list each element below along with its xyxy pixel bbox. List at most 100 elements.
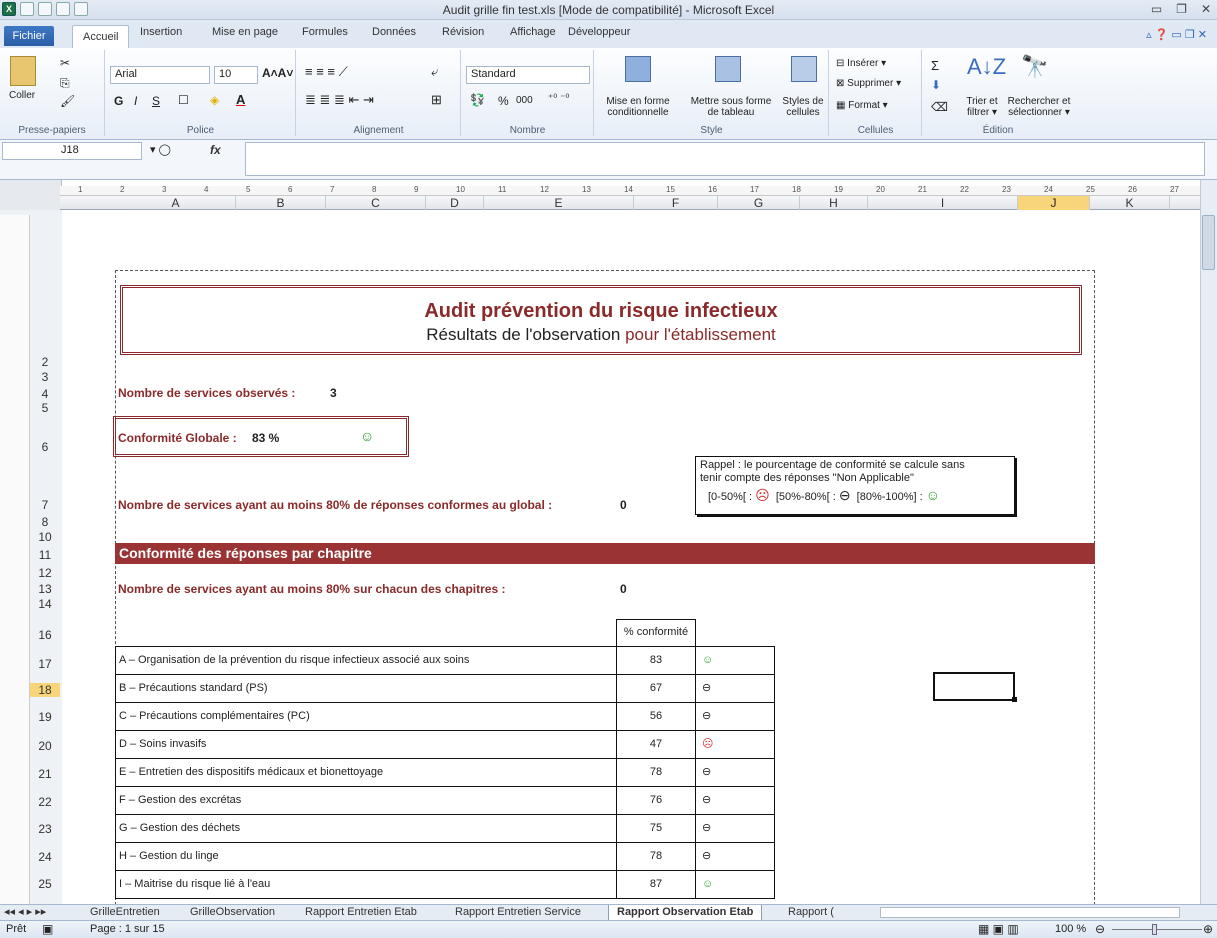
column-header-h[interactable]: H [800, 196, 868, 210]
bold-button[interactable]: G [114, 94, 123, 108]
tab-donnees[interactable]: Données [372, 26, 416, 38]
grow-font-icon[interactable]: A˄A˅ [262, 66, 293, 80]
cut-icon[interactable]: ✂ [60, 56, 70, 70]
sheet-tab[interactable]: GrilleEntretien [90, 905, 160, 921]
copy-icon[interactable]: ⎘ [60, 76, 70, 91]
sort-filter-icon[interactable]: A↓Z [967, 54, 1006, 80]
row-header-5[interactable]: 5 [30, 401, 60, 415]
column-header-j[interactable]: J [1018, 196, 1090, 210]
zoom-out-icon[interactable]: ⊖ [1095, 922, 1105, 936]
sheet-tab-active[interactable]: Rapport Observation Etab [608, 905, 763, 921]
row-header-22[interactable]: 22 [30, 795, 60, 809]
format-painter-icon[interactable]: 🖌 [60, 94, 75, 108]
namebox-dropdown-icon[interactable]: ▾ ◯ [150, 143, 171, 156]
find-icon[interactable]: 🔭 [1021, 54, 1048, 80]
view-buttons-icon[interactable]: ▦ ▣ ▥ [978, 922, 1019, 936]
format-button[interactable]: ▦ Format ▾ [836, 100, 888, 111]
restore-icon[interactable]: ❐ [1176, 2, 1187, 16]
conditional-format-button[interactable]: Mise en forme conditionnelle [595, 96, 681, 118]
row-header-12[interactable]: 12 [30, 566, 60, 580]
column-header-e[interactable]: E [484, 196, 634, 210]
minimize-icon[interactable]: ▭ [1151, 2, 1162, 16]
percent-button[interactable]: % [498, 94, 509, 108]
font-name-select[interactable]: Arial [110, 66, 210, 84]
row-header-10[interactable]: 10 [30, 530, 60, 544]
tab-insertion[interactable]: Insertion [140, 26, 182, 38]
conditional-format-icon[interactable] [625, 56, 651, 82]
clear-icon[interactable]: ⌫ [931, 100, 948, 114]
tab-accueil[interactable]: Accueil [72, 25, 130, 48]
fill-color-icon[interactable]: ◈ [210, 93, 219, 107]
row-header-18[interactable]: 18 [30, 683, 60, 697]
currency-icon[interactable]: 💱 [470, 93, 485, 107]
row-header-11[interactable]: 11 [30, 548, 60, 562]
tab-developpeur[interactable]: Développeur [568, 26, 630, 38]
column-header-i[interactable]: I [868, 196, 1018, 210]
thousands-button[interactable]: 000 [516, 95, 533, 106]
underline-button[interactable]: S [152, 94, 160, 108]
zoom-slider-thumb[interactable] [1152, 924, 1157, 935]
fill-icon[interactable]: ⬇ [931, 78, 941, 92]
formula-input[interactable] [245, 142, 1205, 176]
tab-revision[interactable]: Révision [442, 26, 484, 38]
find-select-button[interactable]: Rechercher et sélectionner ▾ [1005, 96, 1073, 118]
align-top-icon[interactable]: ≡ ≡ ≡ ⟋ [305, 64, 348, 80]
sheet-tab[interactable]: Rapport Entretien Service [455, 905, 581, 921]
font-color-icon[interactable]: A [236, 92, 245, 107]
table-format-icon[interactable] [715, 56, 741, 82]
row-header-3[interactable]: 3 [30, 370, 60, 384]
table-format-button[interactable]: Mettre sous forme de tableau [685, 96, 777, 118]
zoom-slider[interactable] [1112, 929, 1202, 930]
column-header-b[interactable]: B [236, 196, 326, 210]
cell-styles-button[interactable]: Styles de cellules [777, 96, 829, 118]
function-button[interactable]: fx [210, 143, 221, 157]
zoom-in-icon[interactable]: ⊕ [1203, 922, 1213, 936]
row-header-16[interactable]: 16 [30, 628, 60, 642]
column-header-a[interactable]: A [116, 196, 236, 210]
row-header-7[interactable]: 7 [30, 498, 60, 512]
close-icon[interactable]: ✕ [1201, 2, 1211, 16]
delete-button[interactable]: ⊠ Supprimer ▾ [836, 78, 901, 89]
tab-file[interactable]: Fichier [4, 26, 54, 46]
paste-button[interactable]: Coller [9, 90, 35, 101]
help-icon[interactable]: ▵ ❓ ▭ ❐ ✕ [1146, 28, 1207, 41]
tab-affichage[interactable]: Affichage [510, 26, 556, 38]
column-header-k[interactable]: K [1090, 196, 1170, 210]
column-header-c[interactable]: C [326, 196, 426, 210]
macro-record-icon[interactable]: ▣ [42, 922, 53, 936]
sheet-nav-icon[interactable]: ◂◂ ◂ ▸ ▸▸ [4, 905, 46, 921]
cell-styles-icon[interactable] [791, 56, 817, 82]
name-box[interactable]: J18 [2, 142, 142, 160]
tab-mise-en-page[interactable]: Mise en page [212, 26, 278, 38]
vertical-scrollbar[interactable] [1200, 180, 1217, 905]
vertical-scroll-thumb[interactable] [1202, 215, 1215, 270]
horizontal-scrollbar[interactable] [880, 907, 1180, 918]
sheet-tab[interactable]: Rapport ( [788, 905, 834, 921]
row-header-21[interactable]: 21 [30, 767, 60, 781]
row-header-14[interactable]: 14 [30, 597, 60, 611]
tab-formules[interactable]: Formules [302, 26, 348, 38]
autosum-button[interactable]: Σ [931, 58, 939, 73]
row-header-8[interactable]: 8 [30, 515, 60, 529]
column-header-g[interactable]: G [718, 196, 800, 210]
italic-button[interactable]: I [134, 94, 137, 108]
row-header-17[interactable]: 17 [30, 657, 60, 671]
font-size-select[interactable]: 10 [214, 66, 258, 84]
row-header-19[interactable]: 19 [30, 710, 60, 724]
select-all-corner[interactable] [0, 180, 62, 210]
sheet-tab[interactable]: GrilleObservation [190, 905, 275, 921]
borders-icon[interactable]: ☐ [178, 93, 189, 107]
row-header-13[interactable]: 13 [30, 582, 60, 596]
decimal-icon[interactable]: ⁺⁰ ⁻⁰ [548, 93, 569, 104]
paste-icon[interactable] [10, 56, 36, 86]
row-header-20[interactable]: 20 [30, 739, 60, 753]
row-header-4[interactable]: 4 [30, 387, 60, 401]
align-left-icon[interactable]: ≣ ≣ ≣ ⇤ ⇥ [305, 92, 374, 108]
insert-button[interactable]: ⊟ Insérer ▾ [836, 58, 886, 69]
sort-filter-button[interactable]: Trier et filtrer ▾ [957, 96, 1007, 118]
row-header-25[interactable]: 25 [30, 877, 60, 891]
number-format-select[interactable]: Standard [466, 66, 590, 84]
row-header-2[interactable]: 2 [30, 355, 60, 369]
row-header-24[interactable]: 24 [30, 850, 60, 864]
row-header-6[interactable]: 6 [30, 440, 60, 454]
